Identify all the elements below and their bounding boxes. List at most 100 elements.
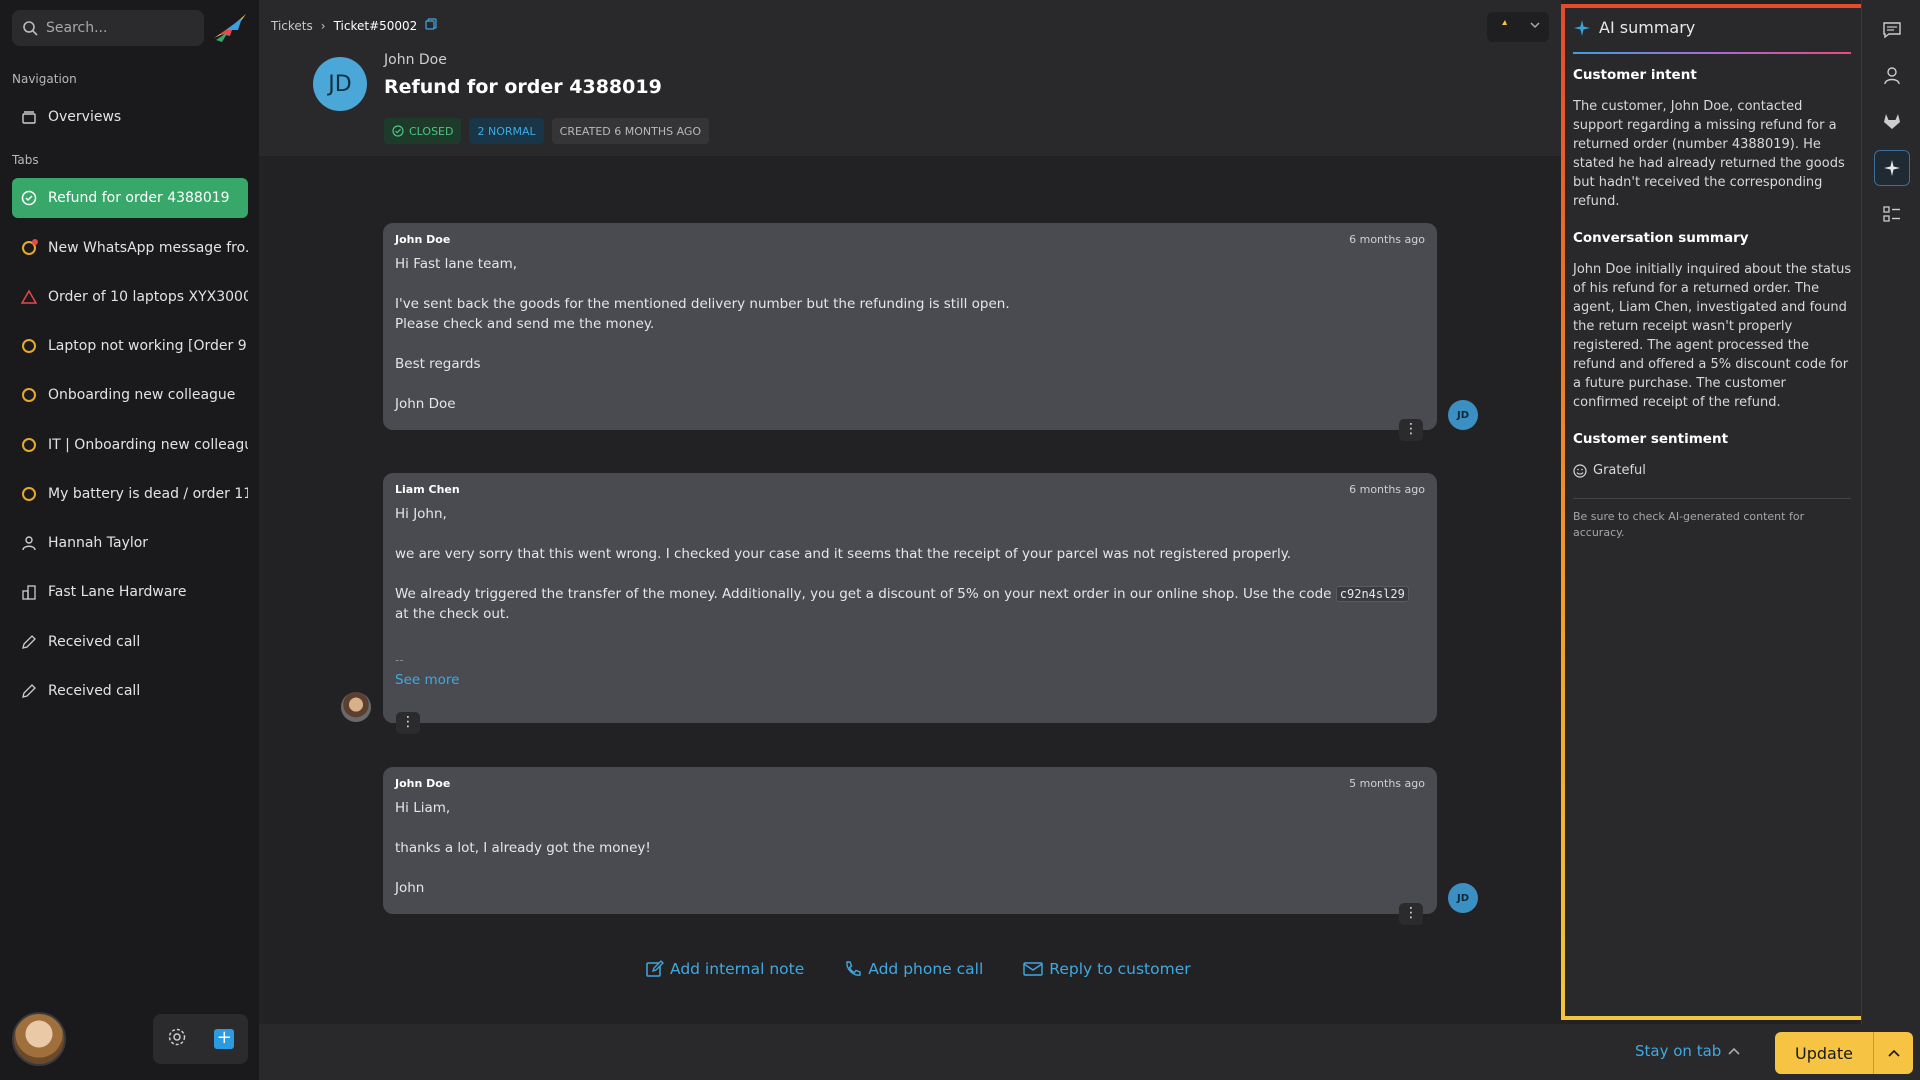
tab-received-call-1[interactable]: Received call <box>12 622 248 662</box>
article-line: I've sent back the goods for the mention… <box>395 296 1010 312</box>
state-badge: CLOSED <box>384 118 462 144</box>
current-user-avatar[interactable] <box>12 1012 66 1066</box>
breadcrumb-tickets[interactable]: Tickets <box>271 19 313 33</box>
open-ticket-icon <box>20 337 38 355</box>
ticket-actions-icon[interactable] <box>1496 17 1512 37</box>
chevron-right-icon: › <box>320 18 326 33</box>
breadcrumb-ticket-number: Ticket#50002 <box>333 18 418 33</box>
smile-icon <box>1573 463 1587 478</box>
action-label: Add internal note <box>670 960 805 978</box>
tab-received-call-2[interactable]: Received call <box>12 671 248 711</box>
note-edit-icon <box>646 960 664 977</box>
action-label: Add phone call <box>868 960 984 978</box>
rail-checklist-button[interactable] <box>1874 196 1910 232</box>
copy-icon[interactable] <box>425 18 437 33</box>
tab-ticket-battery[interactable]: My battery is dead / order 11... <box>12 474 248 514</box>
article-author[interactable]: John Doe <box>395 777 450 790</box>
article-menu-button[interactable]: ⋮ <box>1399 419 1423 441</box>
article-line: John Doe <box>395 396 456 412</box>
article-author[interactable]: John Doe <box>395 233 450 246</box>
agent-avatar[interactable] <box>341 692 371 722</box>
stack-icon <box>20 108 38 126</box>
update-button[interactable]: Update <box>1775 1032 1873 1074</box>
article-customer-1: John Doe 6 months ago Hi Fast lane team,… <box>383 223 1437 430</box>
gear-icon[interactable] <box>167 1027 187 1051</box>
tab-ticket-onboarding[interactable]: Onboarding new colleague <box>12 375 248 415</box>
search-box[interactable] <box>12 10 204 46</box>
tab-ticket-laptop-not-working[interactable]: Laptop not working [Order 9... <box>12 326 248 366</box>
check-circle-icon <box>20 189 38 207</box>
tab-label: Refund for order 4388019 <box>48 190 230 206</box>
tab-ticket-laptops-order[interactable]: Order of 10 laptops XYX3000 <box>12 277 248 317</box>
sparkle-icon <box>1884 160 1900 176</box>
breadcrumb: Tickets › Ticket#50002 <box>271 18 437 33</box>
article-line-blank <box>395 524 1425 544</box>
article-menu-button[interactable]: ⋮ <box>1399 903 1423 925</box>
article-agent: Liam Chen 6 months ago Hi John, we are v… <box>383 473 1437 723</box>
tab-label: Hannah Taylor <box>48 535 149 551</box>
sidebar-item-overviews[interactable]: Overviews <box>12 97 248 137</box>
ticket-header: Tickets › Ticket#50002 JD John Doe Refun… <box>259 0 1561 156</box>
rail-gitlab-button[interactable] <box>1874 103 1910 139</box>
article-line: John <box>395 880 425 896</box>
sentiment-value: Grateful <box>1593 463 1646 478</box>
search-input[interactable] <box>46 20 196 36</box>
sidebar-item-label: Overviews <box>48 109 122 125</box>
article-avatar[interactable]: JD <box>1448 400 1478 430</box>
see-more-link[interactable]: See more <box>395 670 1425 690</box>
search-icon <box>23 21 38 36</box>
tab-ticket-refund[interactable]: Refund for order 4388019 <box>12 178 248 218</box>
article-time: 6 months ago <box>1349 233 1425 246</box>
article-actions: Add internal note Add phone call Reply t… <box>646 960 1191 978</box>
add-internal-note-button[interactable]: Add internal note <box>646 960 804 978</box>
article-menu-button[interactable]: ⋮ <box>396 712 420 734</box>
conversation-text: John Doe initially inquired about the st… <box>1573 262 1852 410</box>
tab-label: Laptop not working [Order 9... <box>48 338 248 354</box>
article-line: we are very sorry that this went wrong. … <box>395 546 1292 562</box>
tab-ticket-whatsapp[interactable]: New WhatsApp message fro... <box>12 228 248 268</box>
user-icon <box>20 534 38 552</box>
tab-user-hannah[interactable]: Hannah Taylor <box>12 523 248 563</box>
user-icon <box>1884 67 1900 85</box>
article-author[interactable]: Liam Chen <box>395 483 460 496</box>
customer-avatar[interactable]: JD <box>313 57 367 111</box>
add-phone-call-button[interactable]: Add phone call <box>844 960 983 978</box>
ai-summary-panel: AI summary Customer intent The customer,… <box>1561 4 1861 1020</box>
update-options-button[interactable] <box>1873 1032 1913 1074</box>
tab-ticket-it-onboarding[interactable]: IT | Onboarding new colleague <box>12 425 248 465</box>
article-avatar[interactable]: JD <box>1448 883 1478 913</box>
sentiment-heading: Customer sentiment <box>1573 431 1729 447</box>
action-label: Reply to customer <box>1049 960 1191 978</box>
app-logo[interactable] <box>212 12 248 44</box>
reply-to-customer-button[interactable]: Reply to customer <box>1023 960 1191 978</box>
envelope-icon <box>1023 962 1043 976</box>
rail-ai-summary-button[interactable] <box>1874 150 1910 186</box>
sidebar-bottom-tools: + <box>153 1014 248 1064</box>
article-line <box>395 858 1425 878</box>
article-text: at the check out. <box>395 606 510 622</box>
stay-on-tab-toggle[interactable]: Stay on tab <box>1635 1042 1741 1060</box>
new-item-button[interactable]: + <box>214 1029 235 1049</box>
rail-customer-button[interactable] <box>1874 58 1910 94</box>
tab-label: Received call <box>48 634 141 650</box>
pencil-icon <box>20 633 38 651</box>
navigation-label: Navigation <box>12 72 77 86</box>
state-badge-label: CLOSED <box>409 124 454 138</box>
article-text: We already triggered the transfer of the… <box>395 586 1332 602</box>
pencil-icon <box>20 682 38 700</box>
customer-name[interactable]: John Doe <box>384 52 447 68</box>
article-line <box>395 374 1425 394</box>
article-body: Hi Liam, thanks a lot, I already got the… <box>395 798 1425 898</box>
rail-ticket-button[interactable] <box>1874 12 1910 48</box>
tab-label: Order of 10 laptops XYX3000 <box>48 289 248 305</box>
ticket-title: Refund for order 4388019 <box>384 76 662 98</box>
divider <box>1573 498 1851 499</box>
open-ticket-icon <box>20 386 38 404</box>
article-line: We already triggered the transfer of the… <box>395 584 1425 624</box>
bird-logo-icon <box>214 14 246 42</box>
check-circle-icon <box>392 125 404 137</box>
tab-organization[interactable]: Fast Lane Hardware <box>12 572 248 612</box>
article-line <box>395 818 1425 838</box>
open-ticket-icon <box>20 239 38 257</box>
chevron-down-icon[interactable] <box>1529 19 1541 35</box>
